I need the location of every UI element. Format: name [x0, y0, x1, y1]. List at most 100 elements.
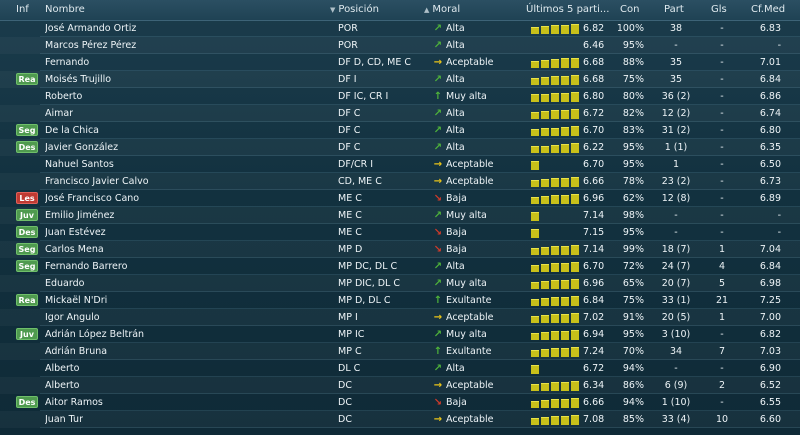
table-row[interactable]: Des Aitor Ramos DC ↘ Baja 6.66 94% 1 (10) - 6.55	[0, 394, 800, 411]
status-badge: Rea	[16, 73, 38, 85]
status-badge: Les	[16, 192, 38, 204]
table-row[interactable]: Fernando DF D, CD, ME C → Aceptable 6.68 88% 3…	[0, 54, 800, 71]
player-name[interactable]: De la Chica	[45, 122, 99, 139]
table-row[interactable]: Eduardo MP DIC, DL C ↗ Muy alta 6.96 65% 20 (7…	[0, 275, 800, 292]
form-bar	[561, 246, 569, 255]
player-name[interactable]: Fernando	[45, 54, 89, 71]
player-name[interactable]: Moisés Trujillo	[45, 71, 111, 88]
player-name[interactable]: José Armando Ortiz	[45, 20, 136, 37]
form-bar	[561, 314, 569, 323]
appearances-value: 18 (7)	[661, 244, 691, 255]
form-bar	[541, 400, 549, 408]
player-name[interactable]: Igor Angulo	[45, 309, 100, 326]
table-row[interactable]: Rea Moisés Trujillo DF I ↗ Alta 6.68 75% 35 - 6.8…	[0, 71, 800, 88]
appearances-value: 34	[669, 346, 683, 357]
player-name[interactable]: Adrián Bruna	[45, 343, 107, 360]
table-row[interactable]: Les José Francisco Cano ME C ↘ Baja 6.96 62% 12…	[0, 190, 800, 207]
table-row[interactable]: Alberto DL C ↗ Alta 6.72 94% - - 6.90	[0, 360, 800, 377]
form-average: 6.66	[583, 176, 605, 187]
form-bar	[531, 282, 539, 289]
goals-value: 4	[718, 261, 726, 272]
table-row[interactable]: Marcos Pérez Pérez POR ↗ Alta 6.46 95% - - -	[0, 37, 800, 54]
table-row[interactable]: Aimar DF C ↗ Alta 6.72 82% 12 (2) - 6.74	[0, 105, 800, 122]
col-header-inf[interactable]: Inf	[16, 0, 29, 20]
player-name[interactable]: Eduardo	[45, 275, 84, 292]
col-header-part[interactable]: Part	[664, 0, 684, 20]
form-bar	[571, 330, 579, 340]
form-bar	[571, 58, 579, 68]
table-row[interactable]: Alberto DC → Aceptable 6.34 86% 6 (9) 2 6.52	[0, 377, 800, 394]
table-row[interactable]: Juan Tur DC → Aceptable 7.08 85% 33 (4) 10 6.60	[0, 411, 800, 428]
player-position: DF/CR I	[338, 159, 374, 170]
form-bars	[531, 160, 579, 170]
player-name[interactable]: Juan Tur	[45, 411, 83, 428]
player-name[interactable]: Aimar	[45, 105, 73, 122]
player-position: DC	[338, 397, 352, 408]
table-row[interactable]: Juv Adrián López Beltrán MP IC ↗ Muy alta 6.9…	[0, 326, 800, 343]
player-name[interactable]: Nahuel Santos	[45, 156, 114, 173]
form-bar	[541, 298, 549, 306]
col-header-posicion[interactable]: ▼ Posición	[330, 0, 379, 20]
player-name[interactable]: José Francisco Cano	[45, 190, 139, 207]
avg-rating-value: 6.83	[759, 23, 781, 34]
player-name[interactable]: Mickaël N'Dri	[45, 292, 107, 309]
table-row[interactable]: Rea Mickaël N'Dri MP D, DL C ↑ Exultante 6.84…	[0, 292, 800, 309]
player-position: DF I	[338, 74, 357, 85]
player-name[interactable]: Francisco Javier Calvo	[45, 173, 149, 190]
player-name[interactable]: Alberto	[45, 360, 79, 377]
moral-trend-icon: ↗	[433, 278, 443, 289]
table-row[interactable]: Seg Carlos Mena MP D ↘ Baja 7.14 99% 18 (7) 1 7.0…	[0, 241, 800, 258]
form-bar	[531, 401, 539, 408]
table-row[interactable]: Juv Emilio Jiménez ME C ↗ Muy alta 7.14 98% - - -	[0, 207, 800, 224]
form-bars	[531, 381, 579, 391]
player-name[interactable]: Fernando Barrero	[45, 258, 127, 275]
table-row[interactable]: Adrián Bruna MP C ↑ Exultante 7.24 70% 34 7 7.03	[0, 343, 800, 360]
form-bar	[551, 314, 559, 323]
form-bars	[531, 364, 579, 374]
player-name[interactable]: Javier González	[45, 139, 118, 156]
col-header-moral[interactable]: ▲ Moral	[424, 0, 460, 20]
table-row[interactable]: Des Javier González DF C ↗ Alta 6.22 95% 1 (1) -…	[0, 139, 800, 156]
col-header-gls[interactable]: Gls	[711, 0, 727, 20]
player-name[interactable]: Aitor Ramos	[45, 394, 103, 411]
table-row[interactable]: Nahuel Santos DF/CR I → Aceptable 6.70 95% 1 - 6…	[0, 156, 800, 173]
form-bar	[531, 197, 539, 204]
player-moral: Muy alta	[446, 210, 487, 221]
table-row[interactable]: Des Juan Estévez ME C ↘ Baja 7.15 95% - - -	[0, 224, 800, 241]
avg-rating-value: 6.55	[759, 397, 781, 408]
form-bar	[551, 416, 559, 425]
table-row[interactable]: Roberto DF IC, CR I ↑ Muy alta 6.80 80% 36 (2)…	[0, 88, 800, 105]
form-bars	[531, 109, 579, 119]
player-position: DF D, CD, ME C	[338, 57, 411, 68]
goals-value: -	[720, 329, 724, 340]
table-row[interactable]: Seg De la Chica DF C ↗ Alta 6.70 83% 31 (2) - 6.8…	[0, 122, 800, 139]
col-header-cfmed[interactable]: Cf.Med	[751, 0, 785, 20]
form-average: 6.96	[583, 278, 605, 289]
player-name[interactable]: Emilio Jiménez	[45, 207, 114, 224]
goals-value: -	[720, 363, 724, 374]
moral-trend-icon: ↗	[433, 142, 443, 153]
table-row[interactable]: Francisco Javier Calvo CD, ME C → Aceptable…	[0, 173, 800, 190]
confidence-value: 91%	[622, 312, 644, 323]
player-name[interactable]: Adrián López Beltrán	[45, 326, 144, 343]
goals-value: 1	[718, 244, 726, 255]
form-bar	[561, 399, 569, 408]
player-name[interactable]: Juan Estévez	[45, 224, 106, 241]
table-row[interactable]: José Armando Ortiz POR ↗ Alta 6.82 100% 38 - 6.8…	[0, 20, 800, 37]
player-name[interactable]: Carlos Mena	[45, 241, 104, 258]
form-bar	[561, 58, 569, 68]
form-bar	[541, 128, 549, 136]
col-header-ultimos[interactable]: Últimos 5 parti...	[526, 0, 609, 20]
player-name[interactable]: Alberto	[45, 377, 79, 394]
form-bar	[571, 296, 579, 306]
col-header-con[interactable]: Con	[620, 0, 639, 20]
table-row[interactable]: Igor Angulo MP I → Aceptable 7.02 91% 20 (5) 1 7…	[0, 309, 800, 326]
player-moral: Exultante	[446, 346, 492, 357]
player-moral: Baja	[446, 244, 467, 255]
form-bar	[531, 94, 539, 102]
col-header-nombre[interactable]: Nombre	[45, 0, 85, 20]
player-name[interactable]: Roberto	[45, 88, 82, 105]
player-name[interactable]: Marcos Pérez Pérez	[45, 37, 136, 54]
table-row[interactable]: Seg Fernando Barrero MP DC, DL C ↗ Alta 6.70 7…	[0, 258, 800, 275]
form-bar	[571, 126, 579, 136]
